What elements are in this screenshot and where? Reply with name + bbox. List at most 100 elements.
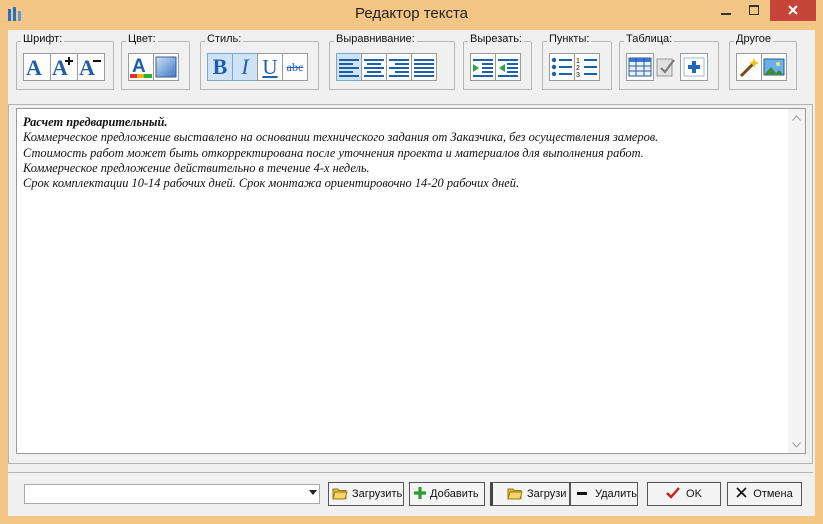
table-group: Таблица: [619, 33, 719, 90]
align-center-button[interactable] [361, 53, 387, 81]
folder-open-icon [332, 486, 348, 503]
close-icon [736, 487, 747, 501]
add-label: Добавить [430, 488, 479, 500]
chevron-down-icon[interactable] [309, 490, 317, 495]
align-justify-button[interactable] [411, 53, 437, 81]
underline-button[interactable]: U [257, 53, 283, 81]
table-check-icon [656, 58, 675, 77]
plus-icon [414, 486, 426, 502]
table-group-label: Таблица: [624, 33, 675, 45]
align-justify-icon [414, 59, 434, 77]
font-group: Шрифт: A A A [16, 33, 114, 90]
alignment-group-label: Выравнивание: [334, 33, 417, 45]
insert-table-button[interactable] [626, 53, 654, 81]
ok-button[interactable]: OK [647, 482, 721, 506]
list-group: Пункты: 123 [542, 33, 612, 90]
background-color-button[interactable] [153, 53, 179, 81]
font-size-default-button[interactable]: A [23, 53, 51, 81]
indent-decrease-button[interactable] [495, 53, 521, 81]
add-button[interactable]: Добавить [409, 482, 485, 506]
bullet-list-icon [551, 57, 572, 77]
load-secondary-button[interactable]: Загрузи [490, 482, 570, 506]
maximize-button[interactable] [740, 0, 768, 21]
minus-icon [577, 488, 587, 501]
vertical-scrollbar[interactable] [788, 109, 805, 453]
numbered-list-icon: 123 [576, 58, 597, 78]
ok-label: OK [686, 488, 702, 500]
title-bar[interactable]: Редактор текста [0, 0, 823, 30]
other-group-label: Другое [734, 33, 773, 45]
table-icon [628, 57, 652, 77]
italic-button[interactable]: I [232, 53, 258, 81]
template-combobox[interactable] [24, 484, 320, 504]
load-secondary-label: Загрузи [527, 488, 567, 500]
background-color-icon [155, 56, 177, 78]
cancel-label: Отмена [753, 488, 793, 500]
align-center-icon [364, 59, 384, 77]
load-button[interactable]: Загрузить [328, 482, 404, 506]
svg-text:A: A [52, 55, 68, 80]
text-color-icon: A [130, 56, 152, 78]
editor-line: Стоимость работ может быть откорректиров… [23, 145, 644, 160]
scroll-down-icon[interactable] [792, 440, 801, 449]
font-decrease-button[interactable]: A [77, 53, 105, 81]
indent-group: Вырезать: [463, 33, 532, 90]
rich-text-editor[interactable]: Расчет предварительный. Коммерческое пре… [16, 108, 806, 454]
svg-text:A: A [26, 55, 42, 80]
editor-line: Коммерческое предложение выставлено на о… [23, 130, 659, 145]
numbered-list-button[interactable]: 123 [574, 53, 600, 81]
delete-button[interactable]: Удалить [570, 482, 638, 506]
client-area: Шрифт: A A A Цвет: A Стиль: B I U abc Вы… [8, 30, 815, 516]
editor-window: Редактор текста Шрифт: A A A Цвет: A Сти… [0, 0, 823, 524]
indent-increase-icon [473, 59, 493, 77]
font-a-icon: A [26, 55, 42, 80]
font-increase-icon: A [52, 55, 73, 80]
magic-wand-icon [739, 58, 759, 78]
svg-text:1: 1 [576, 58, 580, 65]
checkmark-icon [666, 486, 680, 502]
editor-content[interactable]: Расчет предварительный. Коммерческое пре… [23, 115, 763, 191]
list-group-label: Пункты: [547, 33, 592, 45]
align-left-button[interactable] [336, 53, 362, 81]
text-color-button[interactable]: A [128, 53, 154, 81]
style-group: Стиль: B I U abc [200, 33, 319, 90]
folder-open-icon [507, 486, 523, 503]
font-decrease-icon: A [79, 55, 101, 80]
delete-label: Удалить [595, 488, 637, 500]
plus-icon [683, 57, 705, 77]
color-group: Цвет: A [121, 33, 190, 90]
bold-button[interactable]: B [207, 53, 233, 81]
editor-line: Срок комплектации 10-14 рабочих дней. Ср… [23, 176, 520, 191]
table-add-row-button[interactable] [680, 53, 708, 81]
other-group: Другое [729, 33, 797, 90]
svg-text:A: A [132, 56, 146, 77]
close-icon [788, 2, 798, 20]
bold-icon: B [212, 54, 228, 79]
align-right-button[interactable] [386, 53, 412, 81]
indent-increase-button[interactable] [470, 53, 496, 81]
cancel-button[interactable]: Отмена [727, 482, 802, 506]
color-group-label: Цвет: [126, 33, 158, 45]
editor-line: Коммерческое предложение действительно в… [23, 160, 370, 175]
bullet-list-button[interactable] [549, 53, 575, 81]
window-title: Редактор текста [354, 5, 469, 22]
font-increase-button[interactable]: A [50, 53, 78, 81]
italic-icon: I [241, 54, 249, 79]
strikethrough-button[interactable]: abc [282, 53, 308, 81]
alignment-group: Выравнивание: [329, 33, 455, 90]
minimize-button[interactable] [712, 0, 740, 21]
style-group-label: Стиль: [205, 33, 244, 45]
insert-image-button[interactable] [761, 53, 787, 81]
footer-separator [8, 472, 813, 473]
editor-line: Расчет предварительный. [23, 115, 168, 129]
load-label: Загрузить [352, 488, 403, 500]
underline-icon: U [262, 54, 278, 79]
close-button[interactable] [770, 0, 816, 21]
magic-wand-button[interactable] [736, 53, 762, 81]
svg-text:2: 2 [576, 65, 580, 72]
table-properties-button[interactable] [653, 53, 681, 81]
scroll-up-icon[interactable] [792, 113, 801, 122]
minimize-icon [721, 2, 731, 20]
indent-group-label: Вырезать: [468, 33, 524, 45]
image-icon [763, 58, 785, 76]
